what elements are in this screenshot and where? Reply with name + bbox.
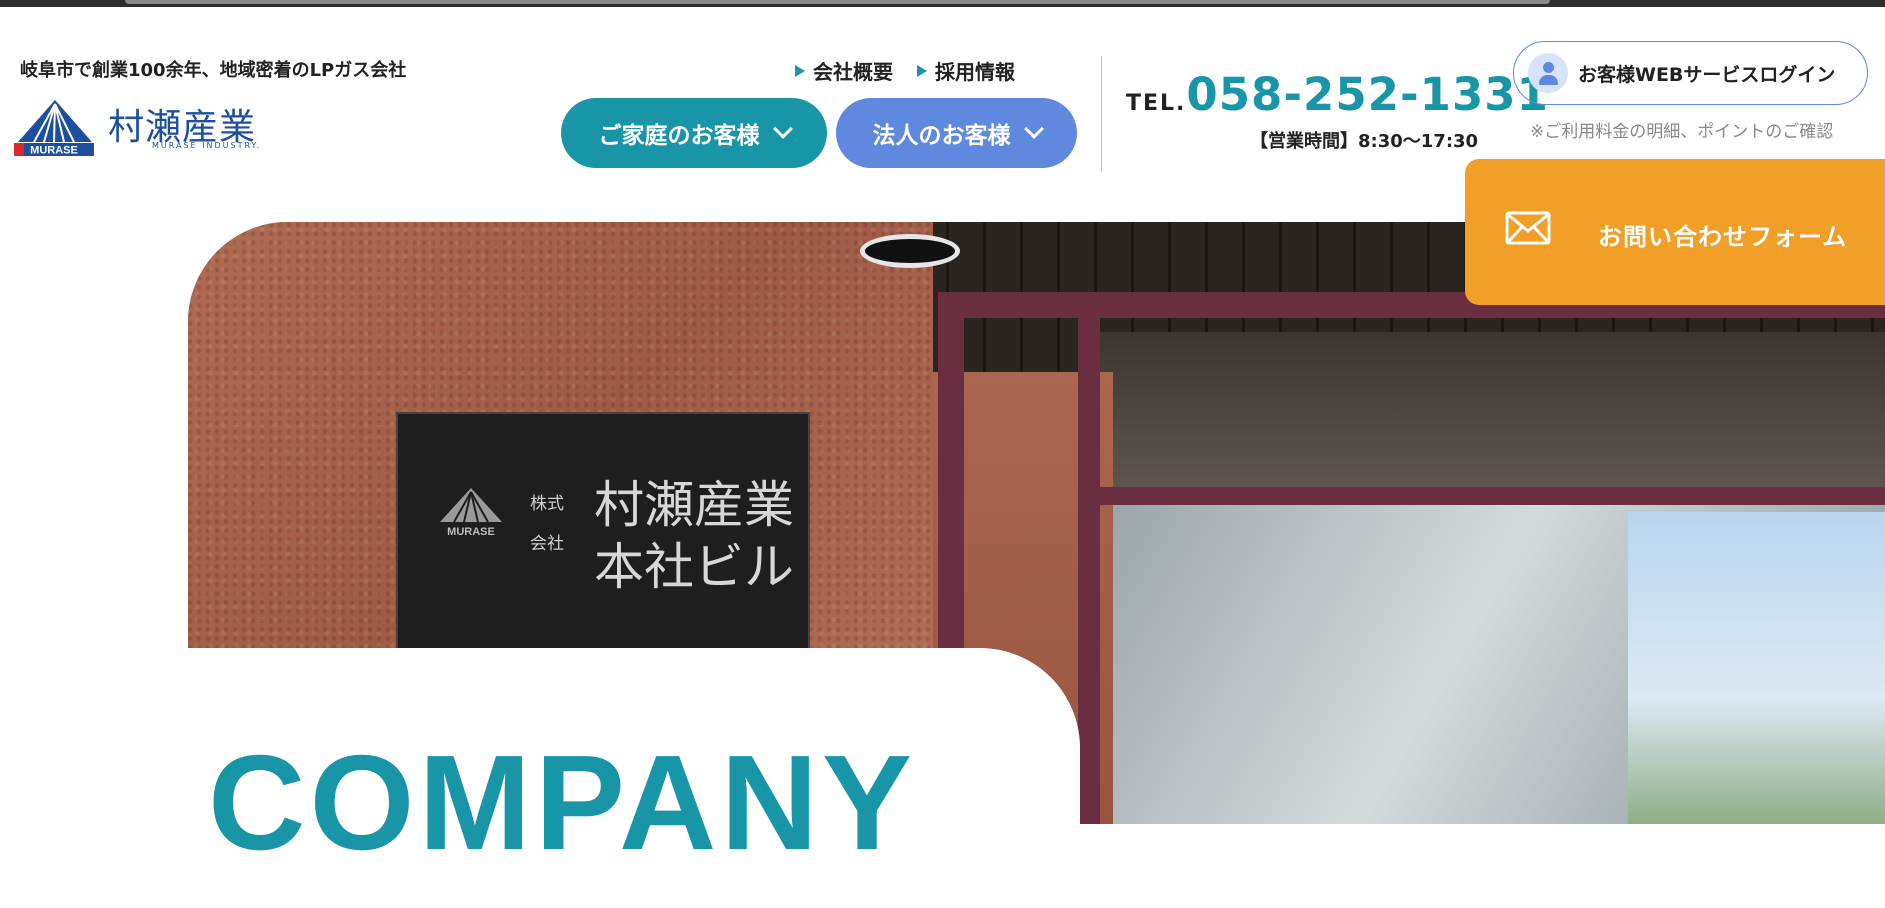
triangle-right-icon — [917, 64, 927, 77]
ceiling-light — [860, 234, 960, 268]
chevron-down-icon — [1023, 119, 1044, 139]
chevron-down-icon — [772, 119, 793, 139]
nav-household-customers[interactable]: ご家庭のお客様 — [561, 98, 827, 168]
nav-business-customers[interactable]: 法人のお客様 — [836, 98, 1077, 168]
plaque-small-text: 株式会社 — [530, 494, 564, 554]
mail-icon — [1505, 211, 1551, 245]
contact-form-button[interactable]: お問い合わせフォーム — [1465, 159, 1885, 305]
plaque-logo-icon: MURASE — [440, 488, 502, 538]
plaque-main-text: 村瀬産業 本社ビル — [594, 476, 794, 596]
company-logo[interactable]: MURASE 村瀬産業 MURASE INDUSTRY. — [14, 96, 264, 156]
tel-number: 058-252-1331 — [1186, 68, 1549, 121]
page-title: COMPANY — [208, 727, 917, 878]
svg-text:MURASE: MURASE — [447, 526, 495, 538]
logo-subtitle: MURASE INDUSTRY. — [152, 141, 262, 150]
sub-navigation: 会社概要 採用情報 — [795, 56, 1015, 85]
header-divider — [1101, 56, 1102, 172]
browser-top-bar — [0, 0, 1885, 7]
triangle-right-icon — [795, 64, 805, 77]
link-recruit[interactable]: 採用情報 — [917, 56, 1015, 85]
tagline: 岐阜市で創業100余年、地域密着のLPガス会社 — [20, 60, 407, 81]
web-service-login-button[interactable]: お客様WEBサービスログイン — [1513, 41, 1868, 105]
link-company-overview[interactable]: 会社概要 — [795, 56, 893, 85]
svg-text:MURASE: MURASE — [30, 145, 78, 157]
tab-strip — [125, 0, 1550, 4]
business-hours: 【営業時間】8:30〜17:30 — [1250, 131, 1479, 152]
login-note: ※ご利用料金の明細、ポイントのご確認 — [1530, 122, 1834, 142]
logo-mark-icon: MURASE — [14, 100, 94, 157]
user-icon — [1528, 53, 1568, 93]
phone-link[interactable]: TEL. 058-252-1331 — [1126, 68, 1549, 121]
tel-label: TEL. — [1126, 91, 1187, 116]
